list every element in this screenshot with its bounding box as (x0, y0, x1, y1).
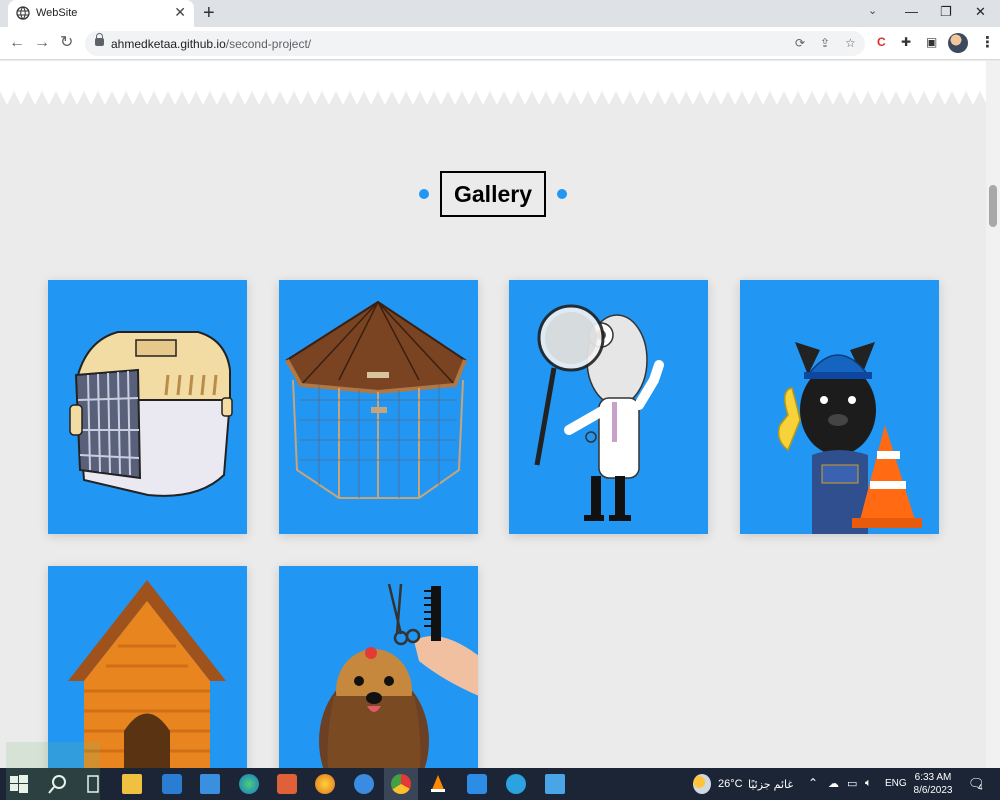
scrollbar-thumb[interactable] (989, 185, 997, 227)
clock-time: 6:33 AM (914, 772, 952, 783)
reload-icon[interactable]: ↻ (60, 33, 73, 53)
weather-desc: غائم جزئيًا (748, 779, 794, 791)
clock[interactable]: 6:33 AM 8/6/2023 (905, 771, 961, 797)
dog-house-image (68, 580, 226, 768)
gallery-item-dog-house[interactable] (48, 566, 247, 768)
gallery-item-dog-cage[interactable] (279, 280, 478, 534)
onedrive-icon[interactable]: ☁ (828, 777, 839, 790)
minimize-icon[interactable]: — (905, 3, 918, 21)
new-tab-button[interactable]: + (203, 2, 215, 24)
restore-icon[interactable]: ❐ (940, 3, 952, 21)
globe-icon (16, 6, 30, 20)
browser-menu-icon[interactable]: ⋮ (980, 33, 995, 51)
store-icon[interactable] (162, 774, 182, 794)
dog-grooming-image (319, 583, 478, 768)
notification-count: 4 (978, 783, 983, 792)
tab-title: WebSite (36, 7, 78, 19)
pet-carrier-image (69, 331, 233, 497)
url-text: ahmedketaa.github.io/second-project/ (111, 37, 311, 51)
weather-temp: 26°C (718, 778, 743, 790)
url-host: ahmedketaa.github.io (111, 37, 226, 51)
extension-c-icon[interactable]: C (877, 35, 886, 49)
doctor-dog-image (534, 304, 664, 521)
telegram-icon[interactable] (506, 774, 526, 794)
page-scrollbar[interactable] (986, 61, 1000, 768)
media-player-icon[interactable] (277, 774, 297, 794)
worker-bulldog-image (777, 342, 922, 534)
gallery-heading-group: Gallery (418, 171, 568, 217)
heading-dot-right (557, 189, 567, 199)
gallery-item-dog-grooming[interactable] (279, 566, 478, 768)
heading-dot-left (419, 189, 429, 199)
address-bar[interactable]: ahmedketaa.github.io/second-project/ ⟳ ⇪… (85, 31, 865, 56)
edge-icon[interactable] (239, 774, 259, 794)
profile-avatar[interactable] (948, 33, 968, 53)
clock-date: 8/6/2023 (913, 785, 953, 796)
gallery-item-doctor-dog[interactable] (509, 280, 708, 534)
volume-icon[interactable]: 🔈︎ (865, 777, 872, 790)
share-icon[interactable]: ⇪ (820, 36, 830, 50)
tray-chevron-icon[interactable]: ⌃ (808, 776, 818, 790)
dog-cage-image (285, 300, 467, 499)
tab-strip: WebSite ✕ + ⌄ — ❐ ✕ (0, 0, 1000, 27)
bookmark-star-icon[interactable]: ☆ (845, 36, 856, 50)
file-explorer-icon[interactable] (122, 774, 142, 794)
forward-arrow-icon[interactable]: → (34, 33, 50, 53)
lock-icon (95, 33, 104, 46)
page-viewport: Gallery (0, 61, 986, 768)
gallery-item-pet-carrier[interactable] (48, 280, 247, 534)
back-arrow-icon[interactable]: ← (9, 33, 25, 53)
photos-icon[interactable] (545, 774, 565, 794)
side-panel-icon[interactable]: ▣ (926, 35, 937, 49)
active-tab[interactable]: WebSite ✕ (8, 0, 194, 27)
windows-taskbar: 26°C غائم جزئيًا ⌃ ☁ ▭ 🔈︎ ENG 6:33 AM 8/… (0, 768, 1000, 800)
zigzag-divider (0, 61, 986, 105)
app-photos-icon[interactable] (315, 774, 335, 794)
extensions-puzzle-icon[interactable]: ✚ (901, 35, 911, 49)
vscode-icon[interactable] (467, 774, 487, 794)
gallery-item-worker-bulldog[interactable] (740, 280, 939, 534)
chrome-icon[interactable] (391, 774, 411, 794)
watermark-logo (6, 742, 100, 800)
close-window-icon[interactable]: ✕ (975, 3, 986, 21)
network-icon[interactable]: ▭ (847, 777, 857, 790)
app-sync-icon[interactable] (354, 774, 374, 794)
translate-icon[interactable]: ⟳ (795, 36, 805, 50)
url-path: /second-project/ (225, 37, 312, 51)
tab-search-chevron-icon[interactable]: ⌄ (868, 4, 877, 17)
close-tab-icon[interactable]: ✕ (174, 4, 186, 20)
weather-icon[interactable] (693, 774, 711, 794)
language-indicator[interactable]: ENG (885, 778, 907, 789)
browser-toolbar: ← → ↻ ahmedketaa.github.io/second-projec… (0, 27, 1000, 60)
gallery-heading: Gallery (440, 171, 546, 217)
mail-icon[interactable] (200, 774, 220, 794)
vlc-icon[interactable] (428, 774, 448, 794)
